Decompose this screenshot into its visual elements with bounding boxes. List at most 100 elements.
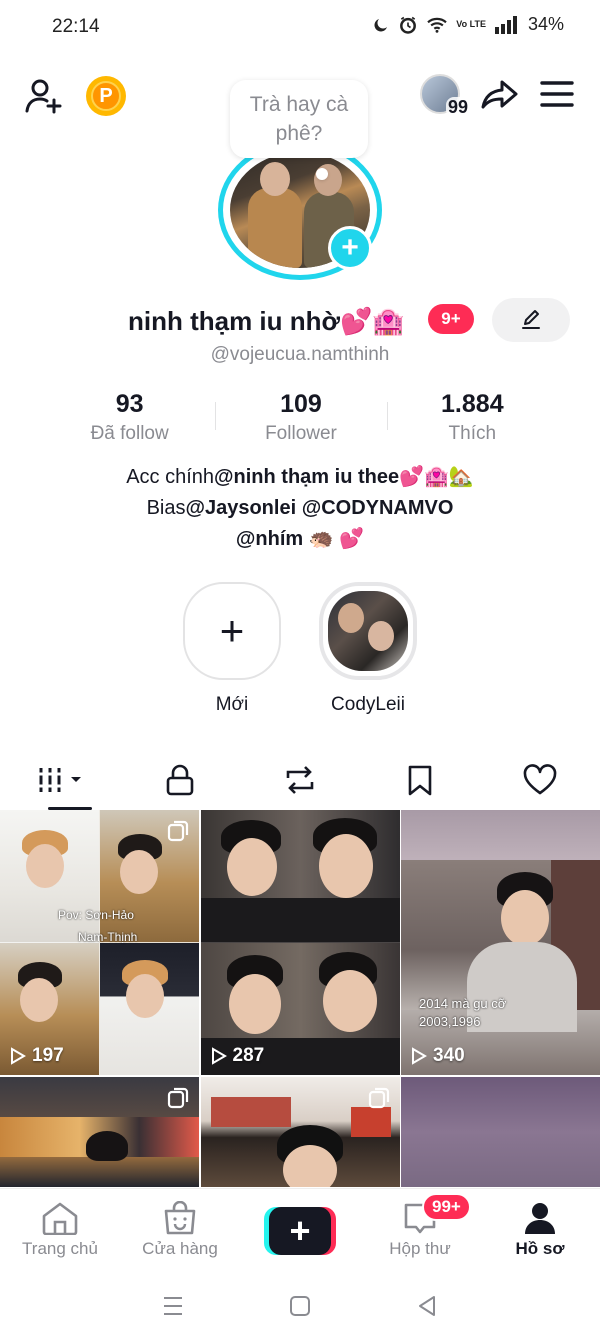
heart-icon [523, 764, 557, 795]
volte-indicator: Vo LTE [456, 19, 486, 29]
top-left-actions: P [24, 76, 126, 116]
inbox-badge: 99+ [422, 1193, 471, 1221]
bio-line-3: @nhím 🦔 💕 [0, 524, 600, 555]
display-name: ninh thạm iu nhờ💕🏩 [128, 306, 405, 336]
recent-apps-icon[interactable] [161, 1295, 185, 1317]
photo-mode-icon [167, 820, 189, 842]
pencil-icon [522, 310, 540, 329]
nav-inbox[interactable]: Hộp thư 99+ [360, 1189, 480, 1268]
profile-note[interactable]: Trà hay cà phê? [230, 80, 368, 158]
play-icon [211, 1047, 227, 1065]
bio-mention[interactable]: @nhím 🦔 💕 [236, 528, 364, 550]
viewer-count: 99 [445, 97, 470, 118]
video-thumbnail[interactable] [0, 1077, 199, 1187]
back-icon[interactable] [415, 1294, 439, 1318]
photo-mode-icon [368, 1087, 389, 1109]
video-caption: Pov: Sơn-Hảo [58, 908, 134, 922]
nav-label: Trang chủ [22, 1239, 98, 1258]
plus-icon: + [219, 607, 245, 654]
bottom-nav: Trang chủ Cửa hàng + Hộp thư 99+ Hồ sơ [0, 1188, 600, 1268]
nav-label: Hồ sơ [515, 1239, 565, 1258]
name-row: ninh thạm iu nhờ💕🏩 9+ [0, 298, 600, 344]
repost-icon [286, 766, 314, 794]
shop-icon [164, 1201, 196, 1235]
tab-videos[interactable] [0, 750, 120, 810]
video-thumbnail[interactable]: Pov: Sơn-Hảo Nam-Thịnh 197 [0, 810, 199, 1075]
bio-mention[interactable]: @Jaysonlei @CODYNAMVO [185, 497, 453, 519]
stat-label: Follower [265, 423, 337, 444]
profile-tabs [0, 750, 600, 810]
share-icon[interactable] [480, 74, 520, 114]
tab-liked[interactable] [480, 750, 600, 810]
profile-icon [525, 1203, 555, 1234]
add-story-button[interactable]: + [328, 226, 372, 270]
video-thumbnail[interactable] [401, 1077, 600, 1187]
stat-value: 109 [280, 390, 322, 418]
nav-label: Hộp thư [389, 1239, 451, 1258]
stat-value: 1.884 [441, 390, 504, 418]
video-grid: Pov: Sơn-Hảo Nam-Thịnh 197 287 2014 mà g… [0, 810, 600, 1188]
video-caption: 2003,1996 [419, 1014, 481, 1029]
stat-following[interactable]: 93 Đã follow [44, 390, 215, 445]
play-icon [11, 1047, 26, 1065]
highlight-new[interactable]: + Mới [182, 582, 282, 716]
nav-profile[interactable]: Hồ sơ [480, 1189, 600, 1268]
create-button[interactable]: + [264, 1207, 336, 1255]
wifi-icon [427, 17, 448, 33]
status-bar: 22:14 Vo LTE 34% [0, 0, 600, 56]
status-time: 22:14 [52, 16, 100, 37]
create-icon: + [269, 1207, 331, 1255]
stats-row: 93 Đã follow 109 Follower 1.884 Thích [44, 390, 558, 445]
video-thumbnail[interactable]: 287 [200, 810, 400, 1075]
bio-mention[interactable]: @ninh thạm iu thee💕🏩🏡 [214, 466, 474, 488]
edit-profile-button[interactable] [492, 298, 570, 342]
menu-icon[interactable] [540, 79, 574, 109]
coins-button[interactable]: P [86, 76, 126, 116]
video-caption: 2014 mà gu cỡ [419, 996, 507, 1011]
nav-label: Cửa hàng [142, 1239, 218, 1258]
photo-mode-icon [167, 1087, 189, 1109]
highlight-add-circle[interactable]: + [183, 582, 281, 680]
stat-followers[interactable]: 109 Follower [215, 390, 386, 445]
name-badge[interactable]: 9+ [428, 304, 474, 334]
top-right-actions: 99 [420, 74, 574, 118]
highlight-label: Mới [215, 694, 249, 715]
lock-icon [166, 764, 194, 796]
username: @vojeucua.namthinh [210, 344, 390, 365]
nav-create[interactable]: + [240, 1189, 360, 1268]
tab-private[interactable] [120, 750, 240, 810]
bookmark-icon [408, 765, 432, 796]
tab-saved[interactable] [360, 750, 480, 810]
add-friend-icon[interactable] [24, 76, 64, 116]
grid-icon [37, 768, 81, 792]
signal-icon [494, 15, 517, 34]
home-icon [42, 1202, 78, 1235]
tab-reposts[interactable] [240, 750, 360, 810]
video-thumbnail[interactable]: 2014 mà gu cỡ 2003,1996 340 [401, 810, 600, 1075]
note-tail [316, 168, 328, 180]
system-nav-bar [0, 1268, 600, 1343]
video-thumbnail[interactable] [200, 1077, 400, 1187]
video-caption: Nam-Thịnh [78, 930, 138, 944]
play-icon [412, 1047, 427, 1065]
home-button-icon[interactable] [288, 1294, 312, 1318]
view-count: 287 [211, 1045, 264, 1067]
battery-percent: 34% [527, 14, 564, 34]
highlight-codyleii[interactable]: CodyLeii [318, 582, 418, 716]
stat-likes[interactable]: 1.884 Thích [386, 390, 558, 445]
profile-viewers-button[interactable]: 99 [420, 74, 470, 118]
bio: Acc chính@ninh thạm iu thee💕🏩🏡 Bias@Jays… [0, 462, 600, 555]
alarm-icon [400, 16, 417, 34]
highlight-label: CodyLeii [331, 694, 405, 715]
stat-value: 93 [115, 390, 144, 418]
view-count: 340 [411, 1045, 465, 1067]
view-count: 197 [10, 1045, 64, 1067]
nav-home[interactable]: Trang chủ [0, 1189, 120, 1268]
moon-icon [374, 18, 388, 32]
nav-shop[interactable]: Cửa hàng [120, 1189, 240, 1268]
bio-line-2: Bias@Jaysonlei @CODYNAMVO [146, 497, 454, 519]
bio-line-1: Acc chính@ninh thạm iu thee💕🏩🏡 [126, 466, 474, 488]
stat-label: Đã follow [90, 423, 169, 444]
highlight-cover[interactable] [319, 582, 417, 680]
status-icons: Vo LTE 34% [372, 14, 564, 35]
